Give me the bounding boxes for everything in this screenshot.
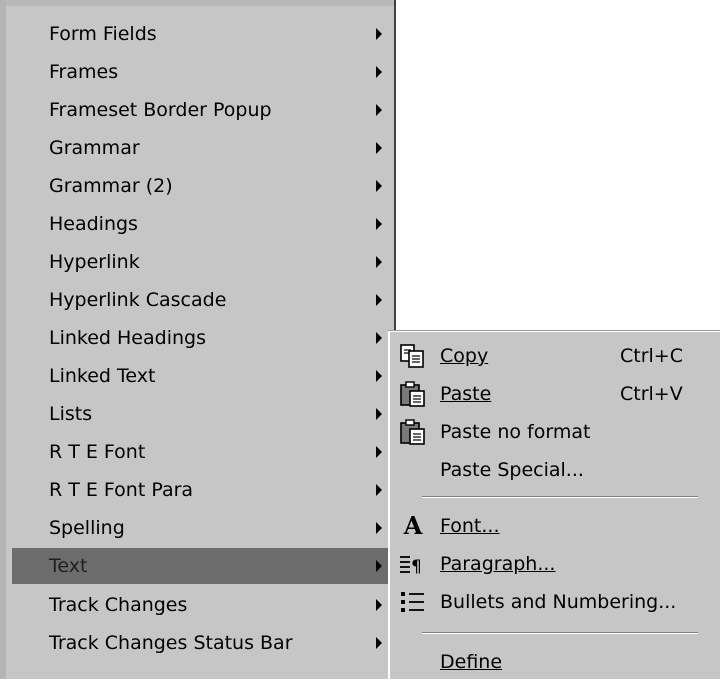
copy-menu-item[interactable]: Copy Ctrl+C xyxy=(396,338,716,374)
menu-item-label: R T E Font xyxy=(49,441,146,463)
paste-icon xyxy=(398,380,428,408)
menu-item-headings[interactable]: Headings xyxy=(12,206,388,242)
menu-item-label: R T E Font Para xyxy=(49,479,194,501)
paragraph-label: Paragraph... xyxy=(440,553,556,575)
menu-separator xyxy=(422,632,698,634)
submenu-arrow-icon xyxy=(376,332,382,344)
menu-top-edge xyxy=(0,0,394,6)
submenu-arrow-icon xyxy=(376,370,382,382)
menu-separator xyxy=(422,496,698,498)
font-label: Font... xyxy=(440,515,500,537)
menu-item-label: Linked Text xyxy=(49,365,156,387)
menu-item-lists[interactable]: Lists xyxy=(12,396,388,432)
paste-menu-item[interactable]: Paste Ctrl+V xyxy=(396,376,716,412)
menu-item-label: Track Changes xyxy=(49,594,188,616)
submenu-arrow-icon xyxy=(376,180,382,192)
submenu-arrow-icon xyxy=(376,484,382,496)
define-label: Define xyxy=(440,651,503,673)
menu-item-hyperlink-cascade[interactable]: Hyperlink Cascade xyxy=(12,282,388,318)
menu-item-grammar[interactable]: Grammar xyxy=(12,130,388,166)
menu-item-label: Form Fields xyxy=(49,23,157,45)
copy-shortcut: Ctrl+C xyxy=(620,345,683,367)
define-menu-item[interactable]: Define xyxy=(396,644,716,680)
menu-item-rte-font[interactable]: R T E Font xyxy=(12,434,388,470)
menu-item-label: Frameset Border Popup xyxy=(49,99,272,121)
menu-item-grammar-2[interactable]: Grammar (2) xyxy=(12,168,388,204)
svg-text:¶: ¶ xyxy=(411,557,422,577)
copy-icon xyxy=(398,342,428,370)
menu-item-linked-text[interactable]: Linked Text xyxy=(12,358,388,394)
menu-item-form-fields[interactable]: Form Fields xyxy=(12,16,388,52)
paste-special-menu-item[interactable]: Paste Special... xyxy=(396,452,716,488)
bullets-icon xyxy=(398,588,428,616)
menu-item-track-changes[interactable]: Track Changes xyxy=(12,587,388,623)
paste-label: Paste xyxy=(440,383,492,405)
paste-no-format-label: Paste no format xyxy=(440,421,591,443)
menu-item-label: Text xyxy=(49,555,88,577)
menu-item-label: Linked Headings xyxy=(49,327,206,349)
styles-menu: Form Fields Frames Frameset Border Popup… xyxy=(0,0,396,679)
copy-label: Copy xyxy=(440,345,489,367)
menu-item-label: Track Changes Status Bar xyxy=(49,632,293,654)
paste-icon xyxy=(398,418,428,446)
submenu-arrow-icon xyxy=(376,446,382,458)
menu-item-frames[interactable]: Frames xyxy=(12,54,388,90)
submenu-arrow-icon xyxy=(376,28,382,40)
paragraph-menu-item[interactable]: ¶ Paragraph... xyxy=(396,546,716,582)
bullets-numbering-label: Bullets and Numbering... xyxy=(440,591,677,613)
submenu-arrow-icon xyxy=(376,522,382,534)
font-icon: A xyxy=(403,511,423,540)
menu-item-linked-headings[interactable]: Linked Headings xyxy=(12,320,388,356)
submenu-arrow-icon xyxy=(376,599,382,611)
submenu-arrow-icon xyxy=(376,408,382,420)
submenu-arrow-icon xyxy=(376,218,382,230)
paste-no-format-menu-item[interactable]: Paste no format xyxy=(396,414,716,450)
submenu-arrow-icon xyxy=(376,637,382,649)
menu-item-label: Hyperlink xyxy=(49,251,140,273)
text-context-submenu: Copy Ctrl+C Paste Ctrl+V Paste no format… xyxy=(388,330,720,679)
menu-left-edge xyxy=(0,0,6,679)
paragraph-icon: ¶ xyxy=(398,550,428,578)
menu-item-frameset-border-popup[interactable]: Frameset Border Popup xyxy=(12,92,388,128)
bullets-numbering-menu-item[interactable]: Bullets and Numbering... xyxy=(396,584,716,620)
menu-item-label: Grammar (2) xyxy=(49,175,173,197)
paste-shortcut: Ctrl+V xyxy=(620,383,683,405)
submenu-arrow-icon xyxy=(376,66,382,78)
menu-item-label: Spelling xyxy=(49,517,125,539)
menu-item-label: Grammar xyxy=(49,137,140,159)
menu-item-label: Hyperlink Cascade xyxy=(49,289,227,311)
font-menu-item[interactable]: A Font... xyxy=(396,508,716,544)
menu-item-track-changes-status-bar[interactable]: Track Changes Status Bar xyxy=(12,625,388,661)
menu-item-label: Headings xyxy=(49,213,138,235)
menu-item-spelling[interactable]: Spelling xyxy=(12,510,388,546)
submenu-arrow-icon xyxy=(376,256,382,268)
menu-item-hyperlink[interactable]: Hyperlink xyxy=(12,244,388,280)
submenu-arrow-icon xyxy=(376,294,382,306)
menu-item-rte-font-para[interactable]: R T E Font Para xyxy=(12,472,388,508)
submenu-arrow-icon xyxy=(376,142,382,154)
menu-item-label: Frames xyxy=(49,61,119,83)
submenu-arrow-icon xyxy=(376,104,382,116)
paste-special-label: Paste Special... xyxy=(440,459,584,481)
submenu-arrow-icon xyxy=(376,560,382,572)
menu-item-text[interactable]: Text xyxy=(12,548,388,584)
menu-item-label: Lists xyxy=(49,403,93,425)
